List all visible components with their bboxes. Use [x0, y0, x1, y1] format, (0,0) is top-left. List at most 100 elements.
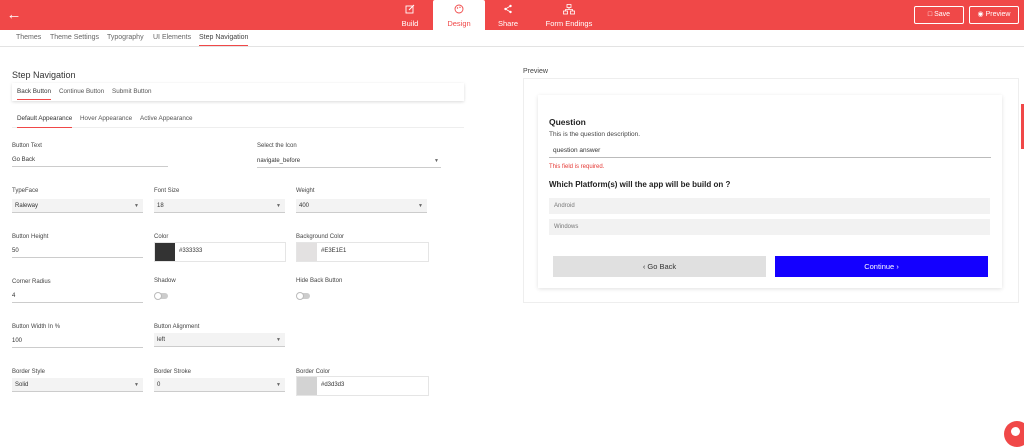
color-picker[interactable]: #333333 — [154, 242, 286, 262]
chevron-right-icon: › — [896, 262, 899, 271]
corner-radius-label: Corner Radius — [12, 279, 51, 285]
subtab-theme-settings[interactable]: Theme Settings — [50, 34, 99, 41]
option-android[interactable]: Android — [549, 198, 990, 214]
button-text-input[interactable]: Go Back — [12, 154, 168, 167]
tab-back-button[interactable]: Back Button — [17, 88, 51, 100]
appearance-tabs: Default Appearance Hover Appearance Acti… — [12, 112, 464, 128]
tab-continue-button[interactable]: Continue Button — [59, 88, 104, 95]
typeface-select[interactable]: Raleway ▼ — [12, 199, 143, 213]
tab-active-appearance[interactable]: Active Appearance — [140, 115, 193, 122]
icon-select-label: Select the Icon — [257, 143, 297, 149]
typeface-value: Raleway — [15, 203, 39, 209]
palette-icon — [433, 4, 485, 18]
icon-select-value: navigate_before — [257, 158, 301, 164]
tab-default-appearance[interactable]: Default Appearance — [17, 115, 73, 128]
button-width-input[interactable]: 100 — [12, 335, 143, 348]
question-answer-input[interactable]: question answer — [549, 145, 991, 158]
caret-down-icon: ▼ — [434, 158, 439, 164]
border-stroke-label: Border Stroke — [154, 369, 192, 375]
tab-share-label: Share — [497, 19, 518, 28]
button-width-label: Button Width In % — [12, 324, 61, 330]
save-button[interactable]: □ Save — [914, 6, 964, 24]
color-swatch — [155, 243, 175, 261]
tab-form-endings[interactable]: Form Endings — [540, 0, 598, 30]
button-text-label: Button Text — [12, 143, 42, 149]
button-alignment-value: left — [157, 337, 166, 343]
weight-label: Weight — [296, 188, 315, 194]
background-color-swatch — [297, 243, 317, 261]
chevron-left-icon: ‹ — [642, 262, 646, 271]
tab-form-endings-label: Form Endings — [545, 19, 593, 28]
border-stroke-value: 0 — [157, 382, 161, 388]
font-size-label: Font Size — [154, 188, 180, 194]
subtab-step-navigation[interactable]: Step Navigation — [199, 34, 249, 46]
option-windows[interactable]: Windows — [549, 219, 990, 235]
question-description: This is the question description. — [549, 131, 641, 138]
toggle-knob — [296, 292, 304, 300]
caret-down-icon: ▼ — [418, 203, 423, 209]
go-back-label: Go Back — [647, 262, 677, 271]
shadow-toggle[interactable] — [154, 292, 168, 300]
question-title: Question — [549, 117, 586, 127]
caret-down-icon: ▼ — [276, 203, 281, 209]
corner-radius-input[interactable]: 4 — [12, 290, 143, 303]
flow-icon — [540, 4, 598, 18]
button-type-tabs: Back Button Continue Button Submit Butto… — [12, 83, 464, 101]
tab-design-label: Design — [447, 19, 471, 28]
go-back-button[interactable]: ‹ Go Back — [553, 256, 766, 277]
button-alignment-select[interactable]: left ▼ — [154, 333, 285, 347]
subtab-typography[interactable]: Typography — [107, 34, 144, 41]
font-size-select[interactable]: 18 ▼ — [154, 199, 285, 213]
edit-icon — [384, 4, 436, 18]
preview-label: Preview — [985, 11, 1011, 18]
hide-back-button-label: Hide Back Button — [296, 278, 343, 284]
border-color-value: #d3d3d3 — [321, 382, 345, 388]
button-alignment-label: Button Alignment — [154, 324, 200, 330]
border-color-label: Border Color — [296, 369, 331, 375]
border-style-label: Border Style — [12, 369, 46, 375]
button-height-label: Button Height — [12, 234, 49, 240]
tab-hover-appearance[interactable]: Hover Appearance — [80, 115, 132, 122]
border-style-select[interactable]: Solid ▼ — [12, 378, 143, 392]
save-icon: □ — [927, 11, 933, 18]
toggle-knob — [154, 292, 162, 300]
eye-icon: ◉ — [977, 11, 984, 18]
tab-design[interactable]: Design — [433, 0, 485, 30]
font-size-value: 18 — [157, 203, 164, 209]
weight-select[interactable]: 400 ▼ — [296, 199, 427, 213]
continue-label: Continue — [864, 262, 895, 271]
validation-error: This field is required. — [549, 164, 605, 170]
typeface-label: TypeFace — [12, 188, 39, 194]
shadow-label: Shadow — [154, 278, 176, 284]
hide-back-button-toggle[interactable] — [296, 292, 310, 300]
tab-build-label: Build — [401, 19, 419, 28]
background-color-label: Background Color — [296, 234, 345, 240]
share-icon — [482, 4, 534, 18]
caret-down-icon: ▼ — [134, 382, 139, 388]
border-color-swatch — [297, 377, 317, 395]
chat-icon[interactable] — [1004, 421, 1024, 447]
subtab-ui-elements[interactable]: UI Elements — [153, 34, 191, 41]
back-arrow-icon[interactable]: ← — [6, 6, 22, 24]
color-label: Color — [154, 234, 169, 240]
icon-select[interactable]: navigate_before ▼ — [257, 154, 441, 168]
border-stroke-select[interactable]: 0 ▼ — [154, 378, 285, 392]
subtab-themes[interactable]: Themes — [16, 34, 41, 41]
section-title: Step Navigation — [12, 70, 76, 80]
background-color-picker[interactable]: #E3E1E1 — [296, 242, 429, 262]
caret-down-icon: ▼ — [276, 337, 281, 343]
platform-question-title: Which Platform(s) will the app will be b… — [549, 180, 731, 189]
background-color-value: #E3E1E1 — [321, 248, 347, 254]
continue-button[interactable]: Continue › — [775, 256, 988, 277]
preview-button[interactable]: ◉ Preview — [969, 6, 1019, 24]
tab-share[interactable]: Share — [482, 0, 534, 30]
chat-dot — [1011, 427, 1020, 436]
border-style-value: Solid — [15, 382, 29, 388]
tab-build[interactable]: Build — [384, 0, 436, 30]
caret-down-icon: ▼ — [134, 203, 139, 209]
border-color-picker[interactable]: #d3d3d3 — [296, 376, 429, 396]
button-height-input[interactable]: 50 — [12, 245, 143, 258]
preview-heading: Preview — [523, 68, 548, 75]
weight-value: 400 — [299, 203, 310, 209]
tab-submit-button[interactable]: Submit Button — [112, 88, 152, 95]
